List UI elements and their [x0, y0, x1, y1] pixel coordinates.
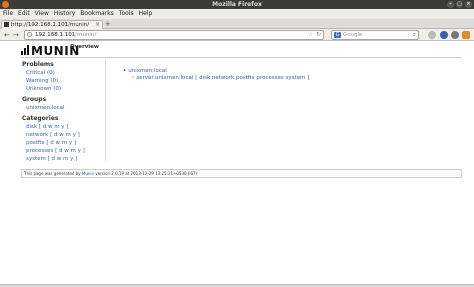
new-tab-button[interactable]: +: [105, 21, 111, 28]
addon-icon[interactable]: [451, 31, 459, 39]
firefox-menu-icon[interactable]: [462, 31, 470, 39]
problems-heading: Problems: [22, 61, 54, 68]
server-link[interactable]: server.unixmen.local [ disk network post…: [136, 75, 309, 81]
categories-heading: Categories: [22, 115, 59, 122]
header-divider: [21, 57, 462, 58]
maximize-button[interactable]: □: [456, 1, 463, 8]
firefox-icon: [2, 1, 9, 8]
sidebar-item-warning[interactable]: Warning (0): [22, 77, 105, 85]
sidebar-item-network[interactable]: network [ d w m y ]: [22, 131, 105, 139]
back-button[interactable]: ←: [4, 31, 10, 39]
footer-suffix: version 2.0.19 at 2013-12-29 13:25:21+05…: [94, 171, 198, 176]
menu-bookmarks[interactable]: Bookmarks: [80, 9, 114, 19]
sidebar-item-processes[interactable]: processes [ d w m y ]: [22, 147, 105, 155]
sidebar: Problems Critical (0) Warning (0) Unknow…: [22, 59, 106, 163]
site-identity-icon[interactable]: [27, 32, 32, 37]
url-host: 192.168.1.101: [35, 32, 76, 38]
munin-link[interactable]: Munin: [82, 171, 94, 176]
tab-bar: http://192.168.1.101/munin/ × +: [0, 19, 474, 29]
search-box[interactable]: G Google ⌕: [331, 30, 419, 40]
sidebar-item-group[interactable]: unixmen.local: [22, 104, 105, 112]
sidebar-item-postfix[interactable]: postfix [ d w m y ]: [22, 139, 105, 147]
forward-button[interactable]: →: [13, 31, 19, 39]
munin-logo-icon: [21, 45, 29, 55]
window-title: Mozilla Firefox: [212, 1, 262, 8]
menu-history[interactable]: History: [54, 9, 75, 19]
sidebar-item-system[interactable]: system [ d w m y ]: [22, 155, 105, 163]
tab-title: http://192.168.1.101/munin/: [11, 22, 90, 28]
tab-close-icon[interactable]: ×: [95, 21, 100, 29]
footer-prefix: This page was generated by: [24, 171, 82, 176]
search-placeholder: Google: [343, 32, 363, 38]
home-icon[interactable]: [440, 31, 448, 39]
navigation-toolbar: ← → 192.168.1.101/munin/ ☆ ↻ G Google ⌕: [0, 29, 474, 41]
bookmark-star-icon[interactable]: ☆: [308, 31, 313, 39]
search-engine-icon[interactable]: G: [334, 32, 341, 38]
bullet-icon: •: [123, 68, 127, 74]
overview-list: • unixmen.local ◦ server.unixmen.local [ d…: [123, 68, 309, 82]
tab-munin[interactable]: http://192.168.1.101/munin/ ×: [1, 20, 103, 29]
sidebar-item-disk[interactable]: disk [ d w m y ]: [22, 123, 105, 131]
close-window-button[interactable]: ×: [465, 1, 472, 8]
menu-bar: File Edit View History Bookmarks Tools H…: [0, 9, 474, 19]
window-titlebar: Mozilla Firefox – □ ×: [0, 0, 474, 9]
munin-logo[interactable]: MUNIN: [21, 43, 79, 58]
list-item-group: • unixmen.local: [123, 68, 309, 75]
sidebar-item-unknown[interactable]: Unknown (0): [22, 85, 105, 93]
download-icon[interactable]: [428, 31, 436, 39]
url-path: /munin/: [75, 32, 97, 38]
list-item-server: ◦ server.unixmen.local [ disk network pos…: [123, 75, 309, 82]
page-favicon-icon: [4, 22, 9, 27]
group-link[interactable]: unixmen.local: [128, 68, 167, 74]
menu-help[interactable]: Help: [139, 9, 153, 19]
minimize-button[interactable]: –: [447, 1, 454, 8]
bullet-icon: ◦: [131, 75, 135, 81]
page-title: Overview: [70, 44, 99, 50]
page-footer: This page was generated by Munin version…: [21, 169, 462, 178]
groups-heading: Groups: [22, 96, 47, 103]
menu-file[interactable]: File: [3, 9, 13, 19]
reload-icon[interactable]: ↻: [316, 31, 321, 39]
menu-edit[interactable]: Edit: [18, 9, 30, 19]
url-bar[interactable]: 192.168.1.101/munin/ ☆ ↻: [24, 30, 324, 40]
page-content: MUNIN Overview Problems Critical (0) War…: [0, 41, 474, 284]
menu-tools[interactable]: Tools: [119, 9, 134, 19]
search-icon[interactable]: ⌕: [413, 31, 416, 39]
menu-view[interactable]: View: [35, 9, 49, 19]
sidebar-item-critical[interactable]: Critical (0): [22, 69, 105, 77]
